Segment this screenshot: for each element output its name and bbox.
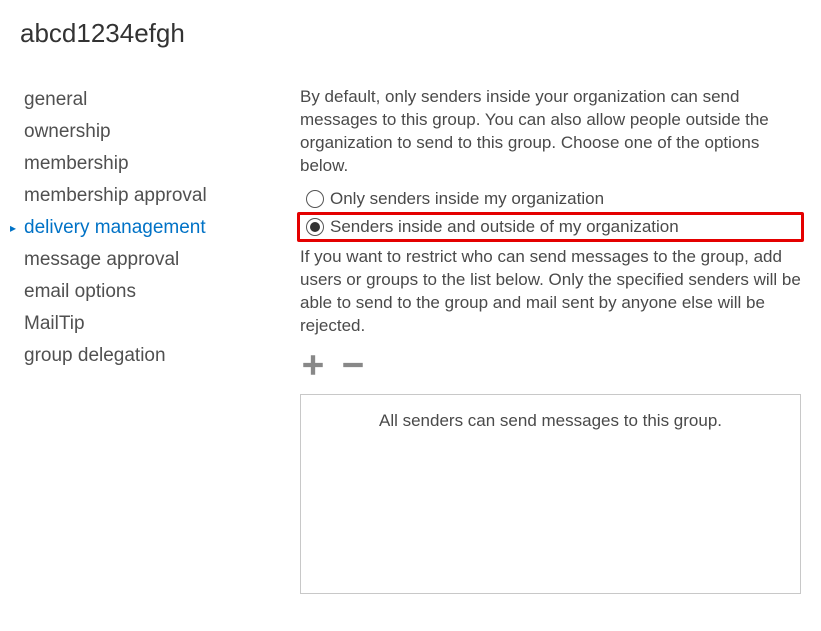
sidebar: general ownership membership membership … <box>20 84 245 594</box>
sidebar-item-label: MailTip <box>20 313 85 335</box>
sidebar-item-label: email options <box>20 281 136 303</box>
sidebar-item-label: general <box>20 89 87 111</box>
radio-icon <box>306 190 324 208</box>
allowed-senders-list[interactable]: All senders can send messages to this gr… <box>300 394 801 594</box>
remove-button[interactable] <box>340 352 366 378</box>
list-placeholder-text: All senders can send messages to this gr… <box>379 411 722 430</box>
sidebar-item-label: group delegation <box>20 345 166 367</box>
sidebar-item-ownership[interactable]: ownership <box>20 116 245 148</box>
plus-icon <box>300 352 326 378</box>
main-panel: By default, only senders inside your org… <box>300 84 801 594</box>
radio-dot-icon <box>310 222 320 232</box>
description-text: By default, only senders inside your org… <box>300 86 801 178</box>
sidebar-item-label: delivery management <box>20 217 206 239</box>
radio-inside-only[interactable]: Only senders inside my organization <box>300 186 801 212</box>
layout-container: general ownership membership membership … <box>20 84 801 594</box>
sidebar-item-membership[interactable]: membership <box>20 148 245 180</box>
sidebar-item-delivery-management[interactable]: ▸ delivery management <box>20 212 245 244</box>
restrict-note: If you want to restrict who can send mes… <box>300 246 801 338</box>
sender-radio-group: Only senders inside my organization Send… <box>300 186 801 242</box>
sidebar-item-label: membership approval <box>20 185 207 207</box>
minus-icon <box>340 352 366 378</box>
radio-label: Senders inside and outside of my organiz… <box>330 217 679 237</box>
radio-icon <box>306 218 324 236</box>
sidebar-item-membership-approval[interactable]: membership approval <box>20 180 245 212</box>
page-title: abcd1234efgh <box>20 18 801 49</box>
sender-list-toolbar <box>300 352 801 378</box>
sidebar-item-email-options[interactable]: email options <box>20 276 245 308</box>
add-button[interactable] <box>300 352 326 378</box>
sidebar-item-general[interactable]: general <box>20 84 245 116</box>
sidebar-item-message-approval[interactable]: message approval <box>20 244 245 276</box>
sidebar-item-label: message approval <box>20 249 179 271</box>
sidebar-item-label: ownership <box>20 121 111 143</box>
radio-inside-and-outside[interactable]: Senders inside and outside of my organiz… <box>297 212 804 242</box>
sidebar-item-label: membership <box>20 153 129 175</box>
sidebar-item-group-delegation[interactable]: group delegation <box>20 340 245 372</box>
sidebar-item-mailtip[interactable]: MailTip <box>20 308 245 340</box>
caret-right-icon: ▸ <box>10 221 16 235</box>
radio-label: Only senders inside my organization <box>330 189 604 209</box>
